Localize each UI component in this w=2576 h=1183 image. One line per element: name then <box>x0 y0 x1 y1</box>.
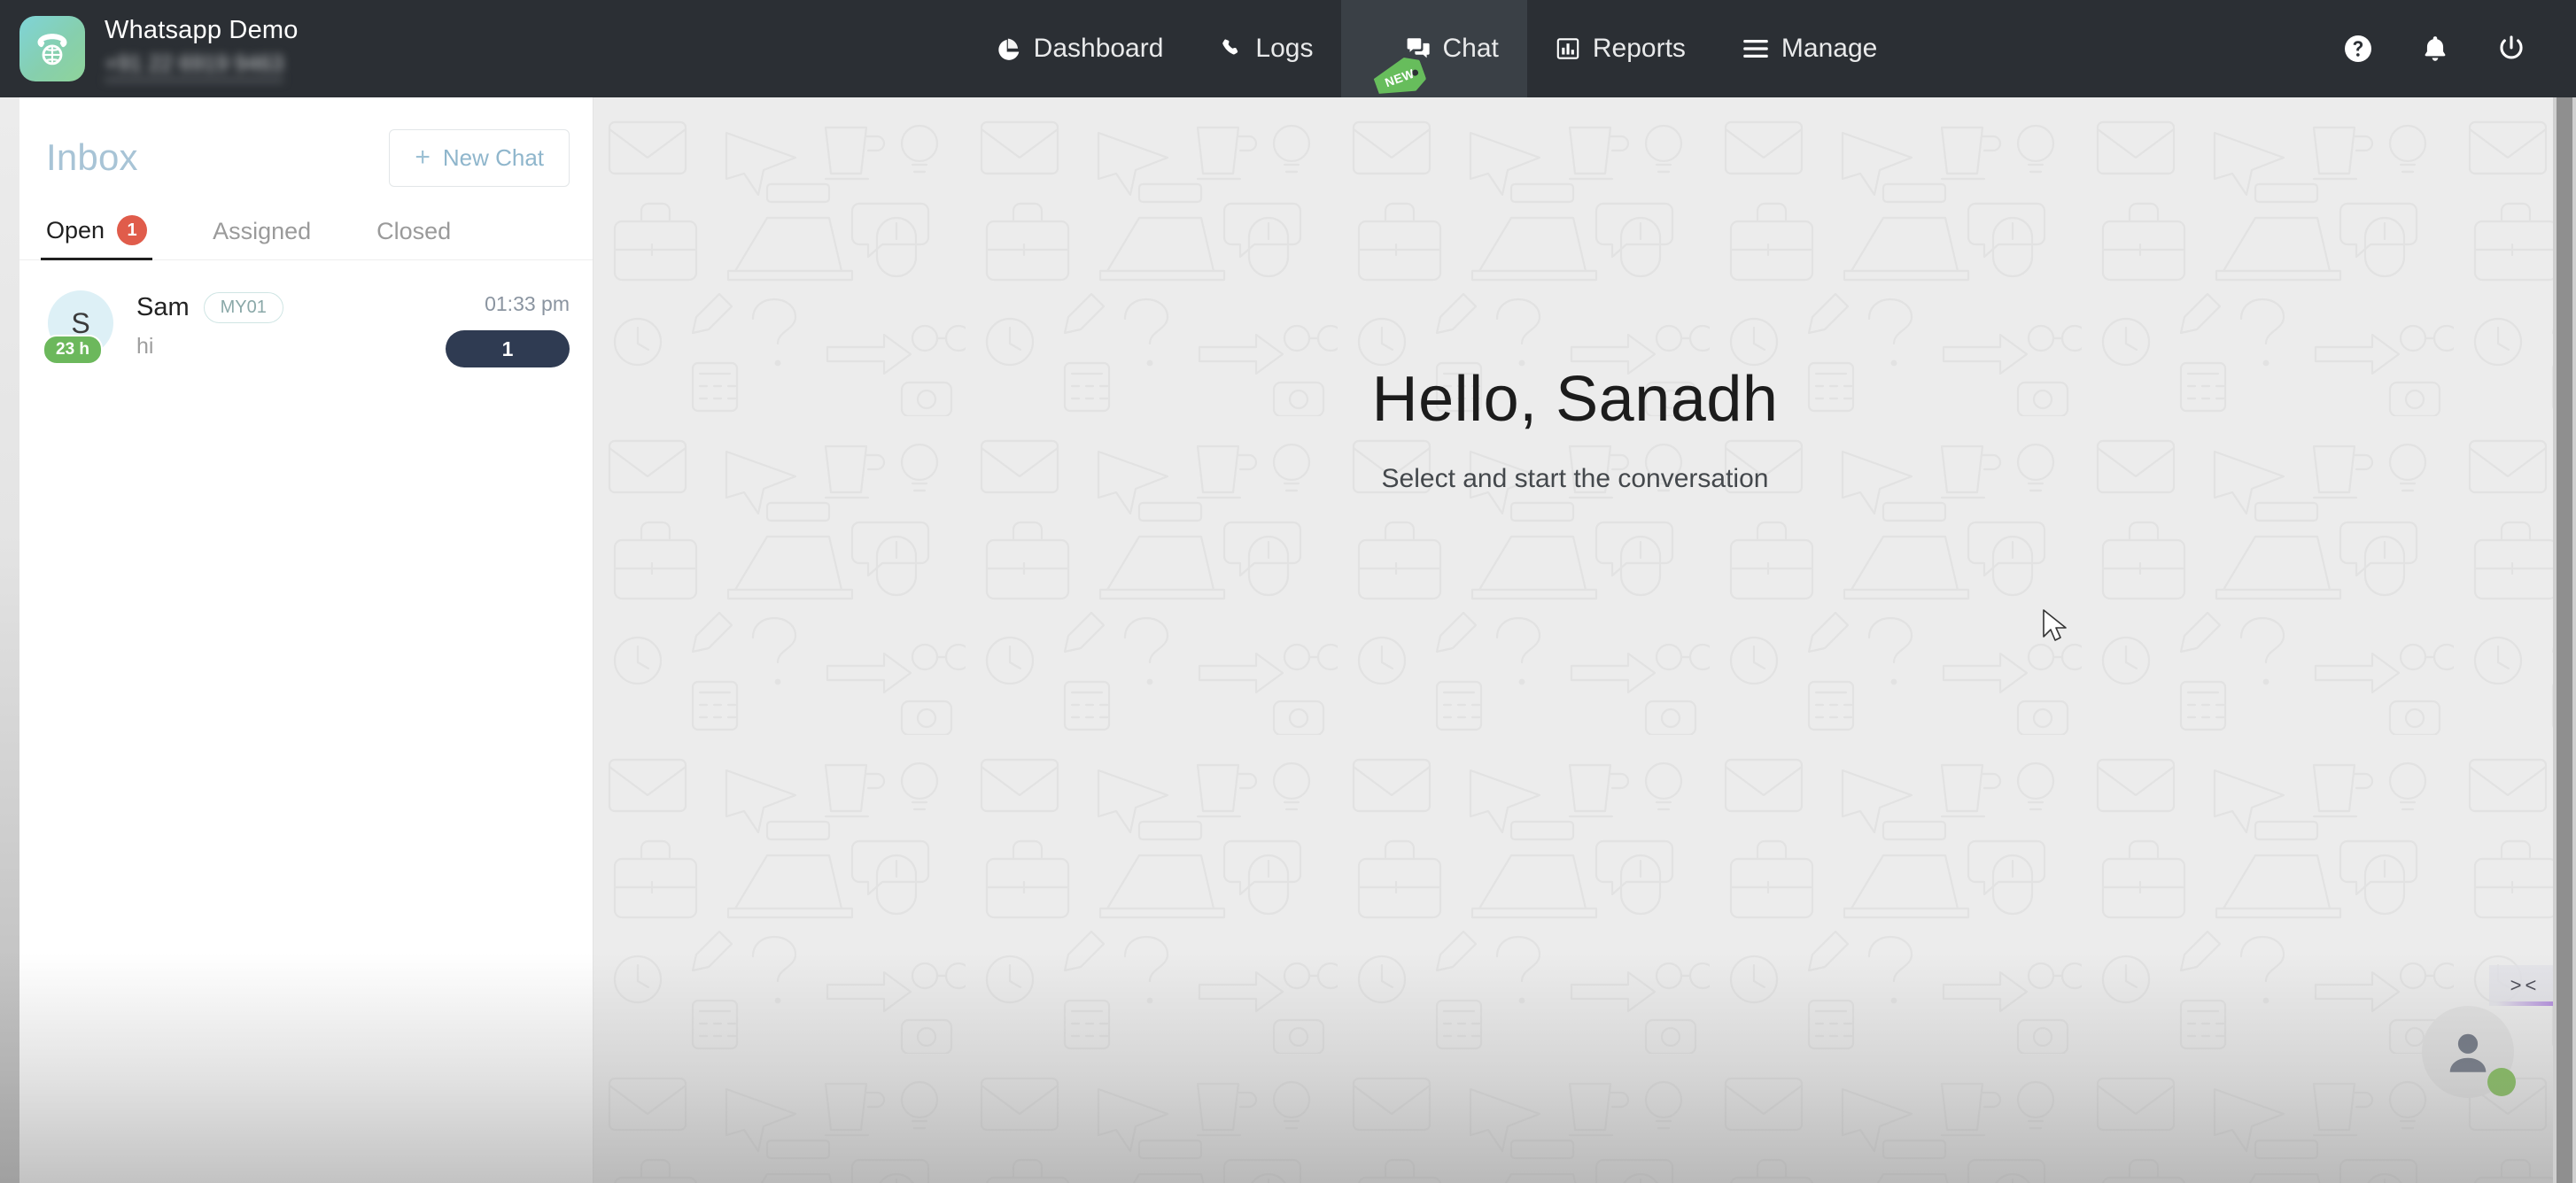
bar-chart-icon <box>1556 36 1580 61</box>
greeting-heading: Hello, Sanadh <box>1371 364 1779 435</box>
contact-name: Sam <box>136 293 190 321</box>
doodle-background <box>594 97 2557 1183</box>
status-badge: MY01 <box>203 292 283 323</box>
empty-state: Hello, Sanadh Select and start the conve… <box>594 363 2557 494</box>
page-title: Inbox <box>46 136 138 178</box>
nav-label-chat: Chat <box>1442 34 1499 63</box>
sidebar-header: Inbox + New Chat <box>19 97 593 197</box>
left-edge-strip <box>0 97 19 1183</box>
inbox-sidebar: Inbox + New Chat Open 1 Assigned Closed … <box>19 97 594 1183</box>
collapse-handle-label: > < <box>2510 974 2537 996</box>
header-actions <box>2342 33 2576 65</box>
help-icon[interactable] <box>2342 33 2374 65</box>
nav-label-logs: Logs <box>1255 34 1314 63</box>
page-scrollbar[interactable] <box>2553 97 2576 1183</box>
chat-item-meta: 01:33 pm 1 <box>446 289 570 367</box>
nav-label-manage: Manage <box>1781 34 1878 63</box>
tab-assigned-label: Assigned <box>213 218 312 244</box>
nav-item-dashboard[interactable]: Dashboard <box>968 0 1192 97</box>
chat-list: S 23 h Sam MY01 hi 01:33 pm 1 <box>19 260 593 387</box>
pie-chart-icon <box>997 36 1021 61</box>
conversation-panel: Hello, Sanadh Select and start the conve… <box>594 97 2557 1183</box>
new-chat-label: New Chat <box>442 143 544 171</box>
empty-state-subtitle: Select and start the conversation <box>1381 464 1769 493</box>
nav-item-manage[interactable]: Manage <box>1714 0 1905 97</box>
brand-title: Whatsapp Demo <box>105 16 299 45</box>
online-status-dot <box>2487 1068 2516 1096</box>
tab-open-label: Open <box>46 216 105 244</box>
tab-open[interactable]: Open 1 <box>40 215 153 260</box>
plus-icon: + <box>415 143 431 172</box>
user-avatar-widget[interactable] <box>2422 1006 2516 1098</box>
collapse-panel-handle[interactable]: > < <box>2489 965 2557 1006</box>
nav-item-reports[interactable]: Reports <box>1527 0 1714 97</box>
bell-icon[interactable] <box>2420 34 2450 64</box>
nav-item-chat[interactable]: NEW Chat <box>1341 0 1527 97</box>
session-timer-badge: 23 h <box>43 335 104 365</box>
tab-closed[interactable]: Closed <box>376 218 451 259</box>
brand-phone: +91 22 6919 9463 <box>105 51 284 81</box>
list-item[interactable]: S 23 h Sam MY01 hi 01:33 pm 1 <box>19 269 593 387</box>
user-icon <box>2449 1033 2487 1072</box>
main-nav: Dashboard Logs NEW Chat Reports Manage <box>531 0 2342 97</box>
new-chat-button[interactable]: + New Chat <box>389 128 570 187</box>
phone-icon <box>1220 37 1243 60</box>
unread-count-badge: 1 <box>446 330 570 367</box>
inbox-tabs: Open 1 Assigned Closed <box>19 197 593 260</box>
top-header: Whatsapp Demo +91 22 6919 9463 Dashboard <box>0 0 2576 97</box>
avatar-wrap: S 23 h <box>43 289 115 365</box>
scrollbar-thumb[interactable] <box>2557 97 2572 1183</box>
nav-label-reports: Reports <box>1592 34 1686 63</box>
app-root: Whatsapp Demo +91 22 6919 9463 Dashboard <box>0 0 2576 1183</box>
tab-closed-label: Closed <box>376 218 452 244</box>
brand[interactable]: Whatsapp Demo +91 22 6919 9463 <box>0 16 585 81</box>
message-preview: hi <box>136 334 154 359</box>
nav-label-dashboard: Dashboard <box>1033 34 1164 63</box>
tab-open-badge: 1 <box>117 215 148 245</box>
power-icon[interactable] <box>2496 34 2526 64</box>
nav-item-logs[interactable]: Logs <box>1191 0 1341 97</box>
tab-assigned[interactable]: Assigned <box>213 218 311 259</box>
hamburger-icon <box>1742 37 1769 60</box>
timestamp: 01:33 pm <box>485 292 570 315</box>
phone-globe-icon <box>19 16 85 81</box>
chat-item-main: Sam MY01 hi <box>136 289 424 360</box>
